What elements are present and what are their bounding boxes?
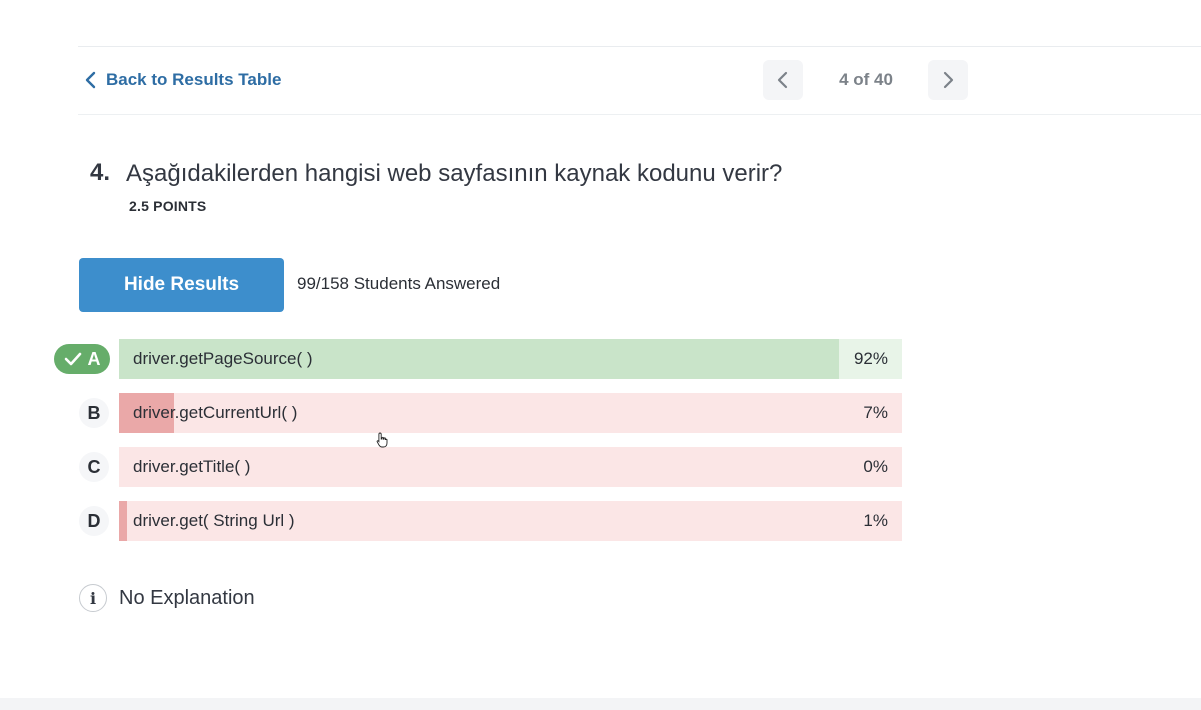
option-d-letter: D xyxy=(79,506,109,536)
option-b-text: driver.getCurrentUrl( ) xyxy=(133,403,298,422)
option-b-result-bar: driver.getCurrentUrl( ) 7% xyxy=(119,393,902,433)
explanation-text: No Explanation xyxy=(119,587,255,609)
chevron-left-icon xyxy=(85,71,96,89)
option-c-letter: C xyxy=(79,452,109,482)
hide-results-button[interactable]: Hide Results xyxy=(79,258,284,312)
option-a-text: driver.getPageSource( ) xyxy=(133,349,313,368)
top-divider xyxy=(78,46,1201,47)
question-title: Aşağıdakilerden hangisi web sayfasının k… xyxy=(126,160,783,187)
option-b-letter: B xyxy=(79,398,109,428)
next-question-button[interactable] xyxy=(928,60,968,100)
checkmark-icon xyxy=(64,352,81,366)
question-pager-label: 4 of 40 xyxy=(839,70,893,89)
option-d-percent: 1% xyxy=(863,511,888,530)
option-letter: A xyxy=(87,348,101,369)
question-points: 2.5 POINTS xyxy=(129,198,207,214)
option-c-result-bar: driver.getTitle( ) 0% xyxy=(119,447,902,487)
question-number: 4. xyxy=(90,159,111,186)
option-a-percent: 92% xyxy=(853,349,888,368)
option-d-fill xyxy=(119,501,127,541)
page-footer-strip xyxy=(0,698,1201,710)
option-a-result-bar: driver.getPageSource( ) 92% xyxy=(119,339,902,379)
option-c-percent: 0% xyxy=(863,457,888,476)
option-b-percent: 7% xyxy=(863,403,888,422)
option-d-result-bar: driver.get( String Url ) 1% xyxy=(119,501,902,541)
hand-cursor-icon xyxy=(376,432,388,448)
chevron-right-icon xyxy=(943,71,954,89)
option-d-text: driver.get( String Url ) xyxy=(133,511,295,530)
back-link-label: Back to Results Table xyxy=(106,70,282,89)
info-icon: i xyxy=(79,584,107,612)
previous-question-button[interactable] xyxy=(763,60,803,100)
chevron-left-icon xyxy=(777,71,788,89)
header-divider xyxy=(78,114,1201,115)
option-c-text: driver.getTitle( ) xyxy=(133,457,251,476)
students-answered-count: 99/158 Students Answered xyxy=(297,274,501,293)
back-to-results-link[interactable]: Back to Results Table xyxy=(84,66,281,94)
option-a-correct-badge: A xyxy=(54,344,110,374)
